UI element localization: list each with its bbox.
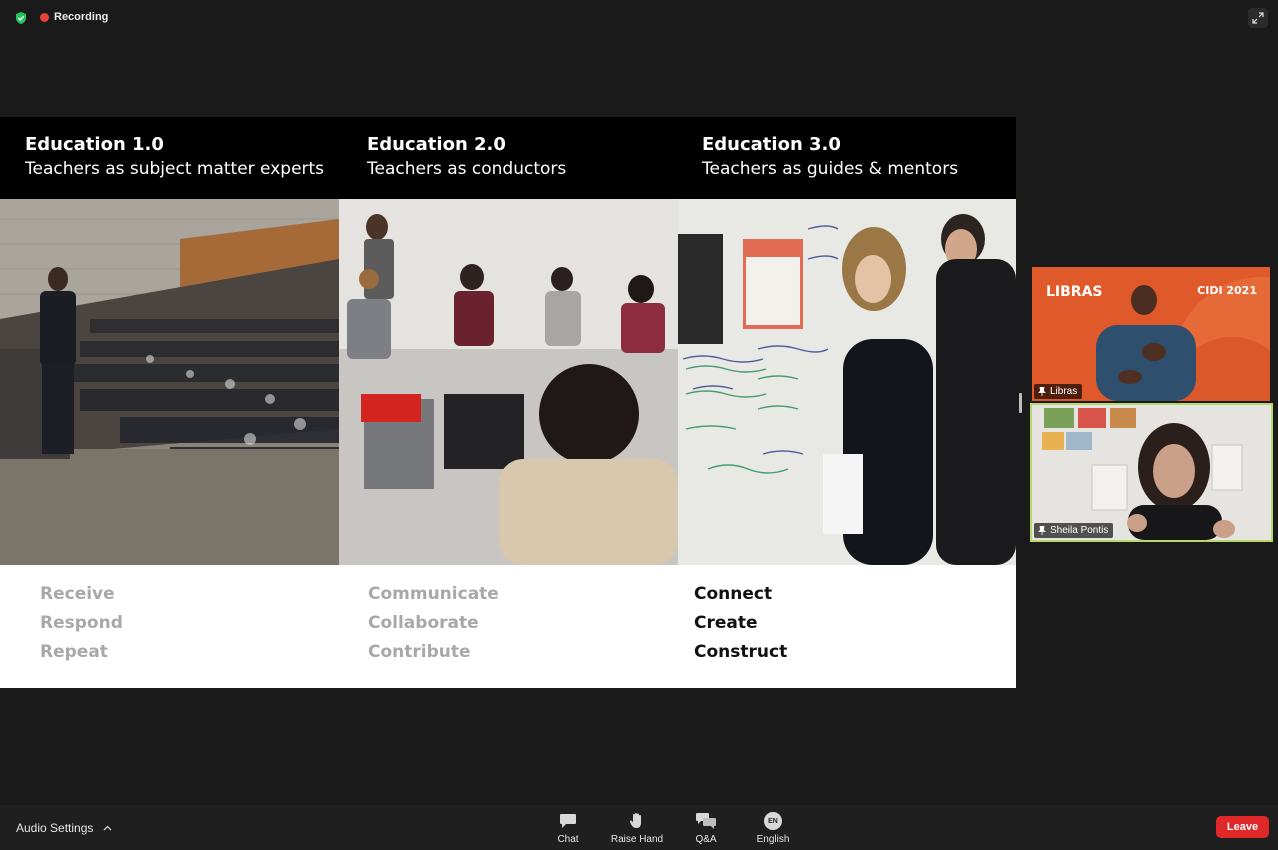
keyword: Communicate <box>368 584 499 604</box>
audio-settings-label: Audio Settings <box>16 821 94 835</box>
column-header-3: Education 3.0 Teachers as guides & mento… <box>702 133 958 181</box>
column-header-2: Education 2.0 Teachers as conductors <box>367 133 566 181</box>
participant-name-label: Libras <box>1034 384 1083 399</box>
video-tile-sheila-pontis[interactable]: Sheila Pontis <box>1030 403 1273 542</box>
slide-photos <box>0 199 1016 565</box>
leave-button[interactable]: Leave <box>1216 816 1269 838</box>
language-icon: EN <box>764 812 782 830</box>
fullscreen-button[interactable] <box>1248 8 1268 28</box>
meeting-controls-bar: Audio Settings Chat Raise Hand Q&A EN En… <box>0 805 1278 850</box>
zoom-webinar-window: Recording Education 1.0 Teachers as subj… <box>0 0 1278 850</box>
pin-icon <box>1038 526 1046 535</box>
keyword: Contribute <box>368 642 471 662</box>
column-header-1: Education 1.0 Teachers as subject matter… <box>25 133 324 181</box>
panel-resize-handle[interactable] <box>1019 393 1022 413</box>
cidi-overlay-right: CIDI 2021 <box>1197 284 1257 297</box>
whiteboard-photo <box>678 199 1016 565</box>
recording-indicator: Recording <box>40 11 108 23</box>
audio-settings-button[interactable]: Audio Settings <box>16 821 112 835</box>
qa-icon <box>696 813 716 829</box>
column-title: Education 2.0 <box>367 134 506 155</box>
recording-label: Recording <box>54 11 109 23</box>
keyword: Respond <box>40 613 123 633</box>
column-subtitle: Teachers as guides & mentors <box>702 159 959 179</box>
top-bar: Recording <box>0 0 1278 36</box>
chat-label: Chat <box>557 834 579 845</box>
language-interpretation-button[interactable]: EN English <box>743 812 803 845</box>
qa-label: Q&A <box>695 834 717 845</box>
column-title: Education 3.0 <box>702 134 841 155</box>
keyword: Collaborate <box>368 613 479 633</box>
hand-icon <box>629 813 641 828</box>
qa-button[interactable]: Q&A <box>676 812 736 845</box>
column-subtitle: Teachers as subject matter experts <box>25 159 325 179</box>
shared-screen-slide: Education 1.0 Teachers as subject matter… <box>0 117 1016 688</box>
chat-button[interactable]: Chat <box>538 812 598 845</box>
video-tile-libras[interactable]: LIBRAS CIDI 2021 Libras <box>1032 267 1270 401</box>
participant-name: Sheila Pontis <box>1050 525 1109 536</box>
column-words-2: Communicate Collaborate Contribute <box>368 580 499 667</box>
sheila-pontis-video-feed <box>1032 405 1271 540</box>
chat-icon <box>560 814 576 828</box>
language-badge: EN <box>768 817 778 825</box>
classroom-circle-photo <box>339 199 678 565</box>
keyword: Create <box>694 613 758 633</box>
libras-overlay-left: LIBRAS <box>1046 284 1103 300</box>
keyword: Receive <box>40 584 115 604</box>
keyword: Connect <box>694 584 773 604</box>
language-label: English <box>756 834 790 845</box>
column-subtitle: Teachers as conductors <box>367 159 567 179</box>
keyword: Construct <box>694 642 788 662</box>
slide-header: Education 1.0 Teachers as subject matter… <box>0 117 1016 199</box>
lecture-hall-photo <box>0 199 339 565</box>
raise-hand-label: Raise Hand <box>610 834 664 845</box>
raise-hand-button[interactable]: Raise Hand <box>607 812 667 845</box>
shield-icon[interactable] <box>14 11 28 25</box>
column-words-3: Connect Create Construct <box>694 580 787 667</box>
participant-name-label: Sheila Pontis <box>1034 523 1114 538</box>
column-title: Education 1.0 <box>25 134 164 155</box>
chevron-up-icon[interactable] <box>103 825 112 831</box>
recording-dot-icon <box>40 12 49 22</box>
keyword: Repeat <box>40 642 108 662</box>
participant-name: Libras <box>1050 386 1078 397</box>
expand-icon <box>1252 12 1264 24</box>
pin-icon <box>1038 387 1046 396</box>
column-words-1: Receive Respond Repeat <box>40 580 123 667</box>
